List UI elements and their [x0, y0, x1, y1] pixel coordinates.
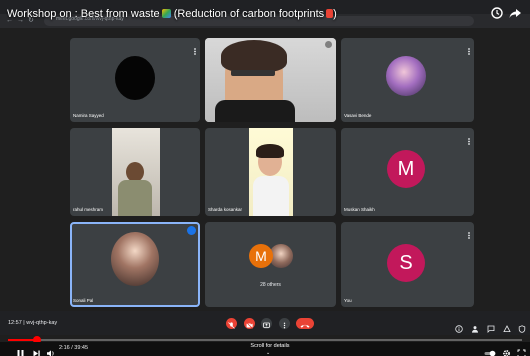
present-button[interactable] [261, 318, 272, 329]
participant-name: Sonali Pal [73, 298, 94, 303]
watch-later-icon[interactable] [490, 6, 504, 20]
mic-muted-icon [325, 41, 332, 48]
recycle-emoji-icon [161, 9, 171, 18]
avatar-initial: M [387, 150, 425, 188]
participant-tile-video[interactable] [205, 38, 336, 122]
camera-feed [205, 38, 336, 122]
participant-tile-namira[interactable]: Namira Sayyed [70, 38, 200, 122]
next-icon[interactable] [32, 345, 41, 356]
chevron-down-icon: ⌄ [266, 350, 271, 356]
people-icon[interactable] [471, 320, 479, 333]
mic-off-button[interactable] [226, 318, 237, 329]
participant-name: You [344, 298, 352, 303]
participant-tile-vasavi[interactable]: Vasavi Bende [341, 38, 474, 122]
fullscreen-icon[interactable] [517, 345, 526, 356]
video-title-close: ) [333, 8, 337, 20]
participant-name: Vasavi Bende [344, 113, 372, 118]
share-icon[interactable] [508, 6, 522, 20]
participant-tile-sonali[interactable]: Sonali Pal [70, 222, 200, 307]
pause-icon[interactable] [16, 345, 25, 356]
participant-tile-muskan[interactable]: M Muskan Shaikh [341, 128, 474, 216]
more-options-icon[interactable] [467, 226, 470, 239]
profile-photo [111, 232, 159, 286]
participant-tile-rahul[interactable]: rahul meshram [70, 128, 200, 216]
more-options-icon[interactable] [193, 42, 196, 55]
speaking-indicator-icon [187, 226, 196, 235]
camera-feed [112, 128, 160, 216]
participant-name: rahul meshram [73, 207, 104, 212]
video-title[interactable]: Workshop on : Best from waste (Reduction… [7, 8, 337, 20]
avatar-initial: S [387, 244, 425, 282]
settings-gear-icon[interactable] [502, 345, 511, 356]
others-count: 28 others [260, 282, 281, 288]
participant-tile-others[interactable]: M 28 others [205, 222, 336, 307]
participant-name: Namira Sayyed [73, 113, 104, 118]
playback-time: 2:16 / 39:45 [59, 345, 89, 351]
meeting-separator: | [23, 320, 25, 326]
avatar-initial: M [249, 244, 273, 268]
video-player[interactable]: ← → ↻ meet.google.com/wvj-qthp-kay Works… [0, 0, 530, 356]
camera-feed [249, 128, 293, 216]
meet-control-bar: 12:57 | wvj-qthp-kay [0, 311, 530, 335]
participant-tile-sharda[interactable]: Sharda kosankar [205, 128, 336, 216]
host-controls-icon[interactable] [518, 320, 526, 333]
meeting-code: wvj-qthp-kay [26, 320, 58, 326]
chat-icon[interactable] [487, 320, 495, 333]
activities-icon[interactable] [503, 320, 511, 332]
video-title-text: Workshop on : Best from waste [7, 8, 160, 20]
scroll-for-details[interactable]: Scroll for details [230, 343, 310, 349]
meeting-info: 12:57 | wvj-qthp-kay [8, 320, 57, 326]
more-options-icon[interactable] [467, 132, 470, 145]
camera-off-button[interactable] [244, 318, 255, 329]
participant-name: Muskan Shaikh [344, 207, 375, 212]
participant-name: Sharda kosankar [208, 207, 243, 212]
meeting-details-icon[interactable] [455, 320, 463, 333]
progress-track[interactable] [8, 339, 522, 341]
video-title-suffix: (Reduction of carbon footprints [173, 8, 325, 20]
more-options-icon[interactable] [467, 42, 470, 55]
more-options-button[interactable] [279, 318, 290, 329]
end-call-button[interactable] [296, 318, 314, 329]
autoplay-toggle-icon[interactable] [484, 345, 496, 356]
profile-photo [386, 56, 426, 96]
volume-icon[interactable] [46, 345, 56, 356]
meeting-time: 12:57 [8, 320, 22, 326]
avatar [115, 56, 155, 100]
participant-tile-you[interactable]: S You [341, 222, 474, 307]
